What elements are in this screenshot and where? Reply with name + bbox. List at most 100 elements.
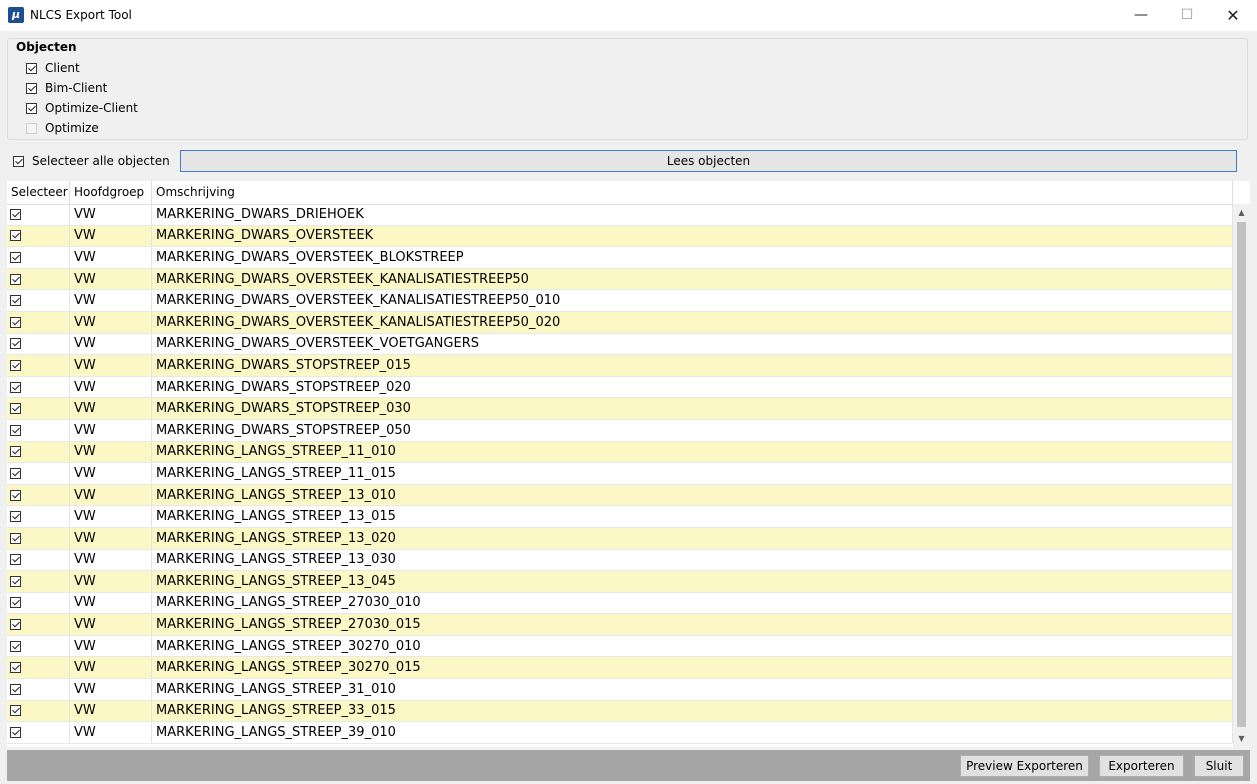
- row-select-cell[interactable]: [7, 549, 70, 571]
- row-omschrijving-cell[interactable]: MARKERING_LANGS_STREEP_31_010: [152, 679, 1233, 700]
- row-checkbox[interactable]: [10, 640, 21, 652]
- row-checkbox[interactable]: [10, 489, 21, 501]
- row-select-cell[interactable]: [7, 635, 70, 657]
- row-omschrijving-cell[interactable]: MARKERING_LANGS_STREEP_13_030: [152, 549, 1233, 571]
- table-row[interactable]: VW MARKERING_LANGS_STREEP_13_010: [7, 484, 1233, 507]
- scroll-up-icon[interactable]: ▲: [1233, 204, 1250, 221]
- client-checkbox[interactable]: [26, 62, 37, 74]
- row-hoofdgroep-cell[interactable]: VW: [70, 419, 152, 441]
- scroll-thumb[interactable]: [1237, 222, 1246, 727]
- row-checkbox[interactable]: [10, 619, 21, 631]
- lees-objecten-button[interactable]: Lees objecten: [180, 150, 1237, 172]
- table-row[interactable]: VW MARKERING_DWARS_DRIEHOEK: [7, 204, 1233, 226]
- row-hoofdgroep-cell[interactable]: VW: [70, 290, 152, 311]
- row-checkbox[interactable]: [10, 727, 21, 739]
- row-select-cell[interactable]: [7, 657, 70, 679]
- table-row[interactable]: VW MARKERING_DWARS_STOPSTREEP_020: [7, 376, 1233, 399]
- table-row[interactable]: VW MARKERING_LANGS_STREEP_30270_015: [7, 657, 1233, 680]
- table-row[interactable]: VW MARKERING_DWARS_OVERSTEEK_BLOKSTREEP: [7, 247, 1233, 269]
- row-omschrijving-cell[interactable]: MARKERING_LANGS_STREEP_11_015: [152, 463, 1233, 484]
- row-hoofdgroep-cell[interactable]: VW: [70, 700, 152, 722]
- row-omschrijving-cell[interactable]: MARKERING_DWARS_OVERSTEEK_KANALISATIESTR…: [152, 311, 1233, 333]
- row-hoofdgroep-cell[interactable]: VW: [70, 441, 152, 463]
- minimize-button[interactable]: —: [1118, 0, 1164, 31]
- row-select-cell[interactable]: [7, 463, 70, 484]
- table-row[interactable]: VW MARKERING_LANGS_STREEP_13_030: [7, 549, 1233, 572]
- row-hoofdgroep-cell[interactable]: VW: [70, 311, 152, 333]
- row-checkbox[interactable]: [10, 381, 21, 393]
- row-select-cell[interactable]: [7, 441, 70, 463]
- row-hoofdgroep-cell[interactable]: VW: [70, 355, 152, 376]
- row-checkbox[interactable]: [10, 446, 21, 458]
- row-select-cell[interactable]: [7, 679, 70, 700]
- row-hoofdgroep-cell[interactable]: VW: [70, 225, 152, 247]
- table-row[interactable]: VW MARKERING_DWARS_OVERSTEEK_KANALISATIES…: [7, 268, 1233, 291]
- row-checkbox[interactable]: [10, 662, 21, 674]
- table-row[interactable]: VW MARKERING_LANGS_STREEP_13_045: [7, 571, 1233, 593]
- row-checkbox[interactable]: [10, 705, 21, 717]
- table-row[interactable]: VW MARKERING_LANGS_STREEP_30270_010: [7, 635, 1233, 658]
- row-omschrijving-cell[interactable]: MARKERING_DWARS_DRIEHOEK: [152, 204, 1233, 225]
- row-select-cell[interactable]: [7, 333, 70, 355]
- objecten-item-bim-client[interactable]: Bim-Client: [26, 80, 107, 96]
- row-checkbox[interactable]: [10, 467, 21, 479]
- row-omschrijving-cell[interactable]: MARKERING_LANGS_STREEP_13_045: [152, 571, 1233, 592]
- row-omschrijving-cell[interactable]: MARKERING_LANGS_STREEP_30270_015: [152, 657, 1233, 679]
- table-row[interactable]: VW MARKERING_LANGS_STREEP_11_010: [7, 441, 1233, 464]
- row-checkbox[interactable]: [10, 575, 21, 587]
- row-hoofdgroep-cell[interactable]: VW: [70, 268, 152, 290]
- table-row[interactable]: VW MARKERING_LANGS_STREEP_39_010: [7, 722, 1233, 744]
- row-omschrijving-cell[interactable]: MARKERING_DWARS_OVERSTEEK: [152, 225, 1233, 247]
- column-header-omschrijving[interactable]: Omschrijving: [152, 181, 1233, 204]
- table-row[interactable]: VW MARKERING_DWARS_STOPSTREEP_050: [7, 419, 1233, 442]
- row-omschrijving-cell[interactable]: MARKERING_DWARS_OVERSTEEK_VOETGANGERS: [152, 333, 1233, 355]
- table-row[interactable]: VW MARKERING_LANGS_STREEP_33_015: [7, 700, 1233, 723]
- table-row[interactable]: VW MARKERING_LANGS_STREEP_13_020: [7, 527, 1233, 550]
- select-all-checkbox[interactable]: [13, 155, 24, 167]
- row-hoofdgroep-cell[interactable]: VW: [70, 376, 152, 398]
- row-hoofdgroep-cell[interactable]: VW: [70, 571, 152, 592]
- row-checkbox[interactable]: [10, 359, 21, 371]
- objecten-item-client[interactable]: Client: [26, 60, 80, 76]
- row-select-cell[interactable]: [7, 700, 70, 722]
- row-select-cell[interactable]: [7, 355, 70, 376]
- row-select-cell[interactable]: [7, 268, 70, 290]
- row-checkbox[interactable]: [10, 597, 21, 609]
- row-checkbox[interactable]: [10, 683, 21, 695]
- objecten-item-optimize-client[interactable]: Optimize-Client: [26, 100, 138, 116]
- table-row[interactable]: VW MARKERING_DWARS_OVERSTEEK_VOETGANGERS: [7, 333, 1233, 356]
- row-select-cell[interactable]: [7, 225, 70, 247]
- table-row[interactable]: VW MARKERING_DWARS_OVERSTEEK: [7, 225, 1233, 248]
- row-omschrijving-cell[interactable]: MARKERING_LANGS_STREEP_39_010: [152, 722, 1233, 743]
- row-hoofdgroep-cell[interactable]: VW: [70, 549, 152, 571]
- maximize-button[interactable]: ☐: [1164, 0, 1210, 31]
- row-hoofdgroep-cell[interactable]: VW: [70, 463, 152, 484]
- column-header-hoofdgroep[interactable]: Hoofdgroep: [70, 181, 152, 204]
- table-row[interactable]: VW MARKERING_DWARS_STOPSTREEP_015: [7, 355, 1233, 377]
- sluit-button[interactable]: Sluit: [1194, 755, 1244, 777]
- row-omschrijving-cell[interactable]: MARKERING_LANGS_STREEP_11_010: [152, 441, 1233, 463]
- row-select-cell[interactable]: [7, 247, 70, 268]
- table-row[interactable]: VW MARKERING_LANGS_STREEP_27030_010: [7, 592, 1233, 615]
- row-hoofdgroep-cell[interactable]: VW: [70, 592, 152, 614]
- close-window-button[interactable]: ✕: [1210, 0, 1256, 31]
- row-hoofdgroep-cell[interactable]: VW: [70, 333, 152, 355]
- row-checkbox[interactable]: [10, 251, 21, 263]
- row-select-cell[interactable]: [7, 376, 70, 398]
- table-row[interactable]: VW MARKERING_LANGS_STREEP_31_010: [7, 679, 1233, 701]
- exporteren-button[interactable]: Exporteren: [1099, 755, 1184, 777]
- row-omschrijving-cell[interactable]: MARKERING_DWARS_OVERSTEEK_BLOKSTREEP: [152, 247, 1233, 268]
- row-checkbox[interactable]: [10, 403, 21, 415]
- bim-client-checkbox[interactable]: [26, 82, 37, 94]
- row-select-cell[interactable]: [7, 290, 70, 311]
- row-select-cell[interactable]: [7, 398, 70, 419]
- row-hoofdgroep-cell[interactable]: VW: [70, 722, 152, 743]
- table-row[interactable]: VW MARKERING_DWARS_OVERSTEEK_KANALISATIES…: [7, 290, 1233, 312]
- row-omschrijving-cell[interactable]: MARKERING_DWARS_STOPSTREEP_030: [152, 398, 1233, 419]
- row-select-cell[interactable]: [7, 592, 70, 614]
- row-checkbox[interactable]: [10, 554, 21, 566]
- row-hoofdgroep-cell[interactable]: VW: [70, 679, 152, 700]
- table-row[interactable]: VW MARKERING_LANGS_STREEP_11_015: [7, 463, 1233, 485]
- row-omschrijving-cell[interactable]: MARKERING_LANGS_STREEP_27030_010: [152, 592, 1233, 614]
- row-select-cell[interactable]: [7, 614, 70, 635]
